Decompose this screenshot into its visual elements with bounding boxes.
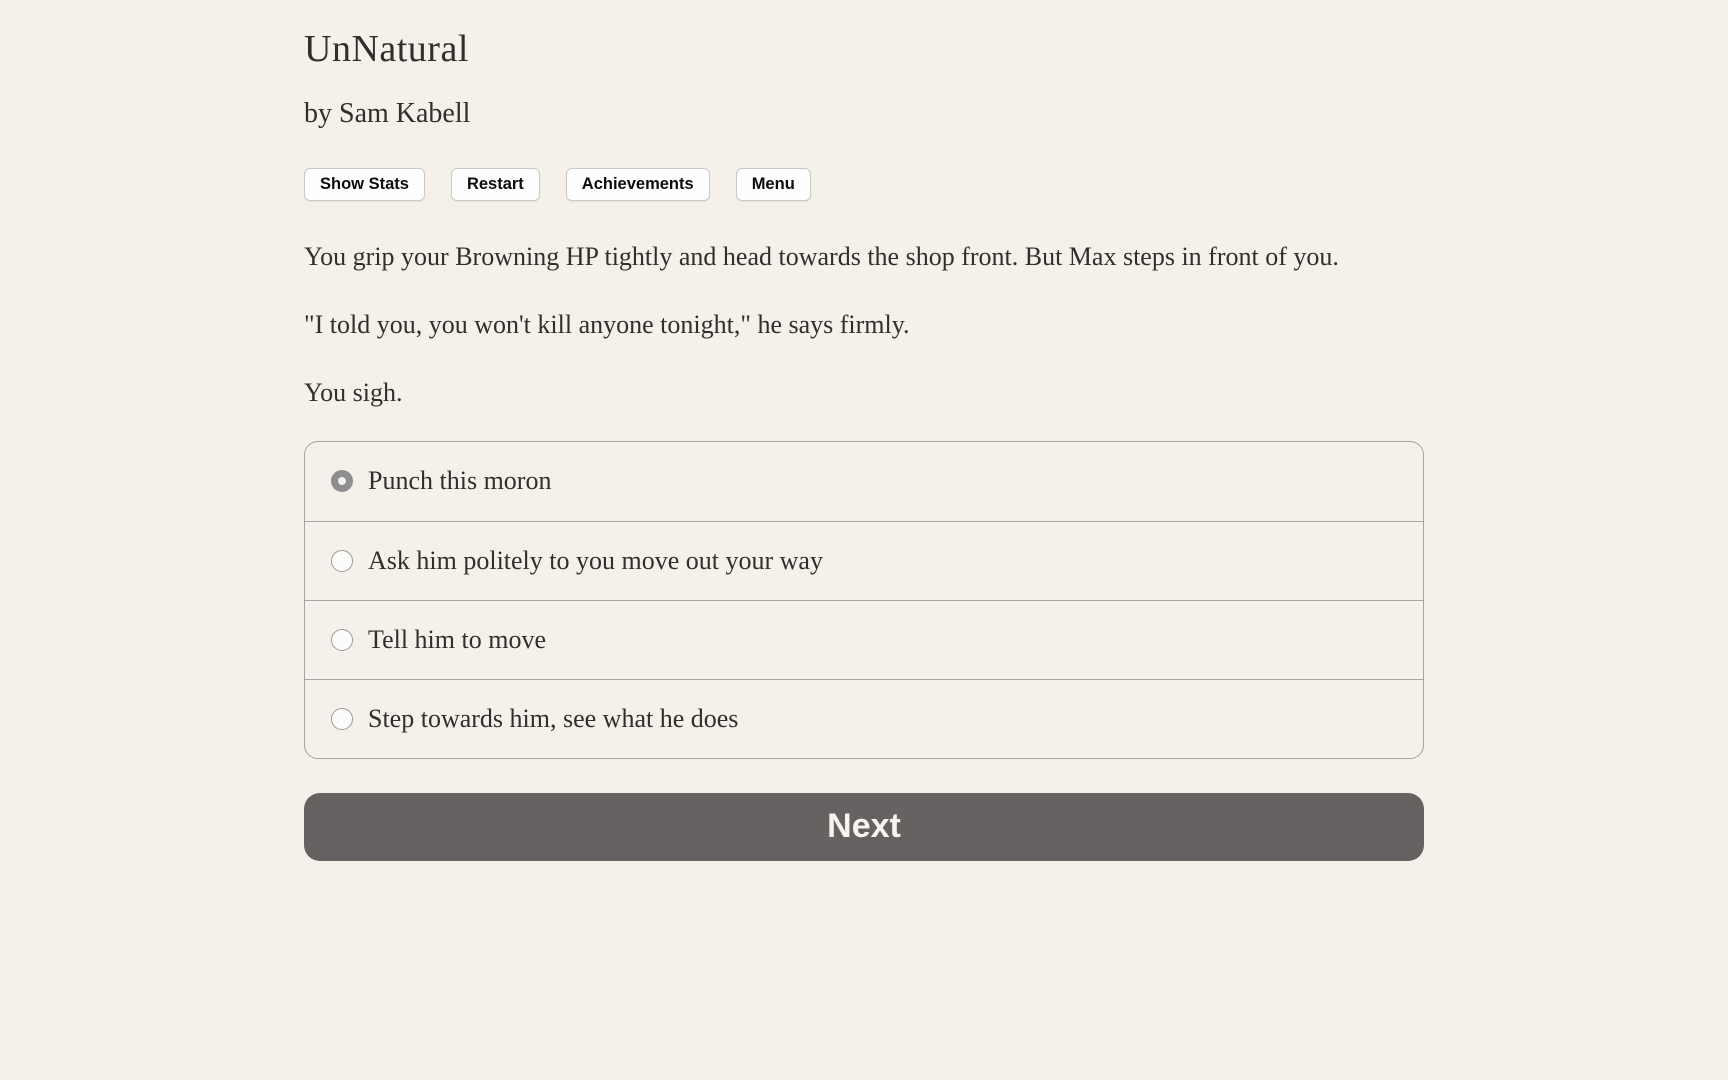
story-text: You grip your Browning HP tightly and he… — [304, 237, 1424, 413]
choice-option-step-towards[interactable]: Step towards him, see what he does — [305, 679, 1423, 758]
story-paragraph: You grip your Browning HP tightly and he… — [304, 237, 1424, 277]
choice-list: Punch this moron Ask him politely to you… — [304, 441, 1424, 759]
radio-button-icon[interactable] — [331, 470, 353, 492]
story-page: UnNatural by Sam Kabell Show Stats Resta… — [304, 0, 1424, 861]
game-title: UnNatural — [304, 28, 1424, 72]
menu-button[interactable]: Menu — [736, 168, 811, 201]
choice-label: Punch this moron — [368, 466, 551, 496]
choice-option-ask-politely[interactable]: Ask him politely to you move out your wa… — [305, 521, 1423, 600]
radio-button-icon[interactable] — [331, 629, 353, 651]
restart-button[interactable]: Restart — [451, 168, 540, 201]
next-button[interactable]: Next — [304, 793, 1424, 861]
choice-option-tell-to-move[interactable]: Tell him to move — [305, 600, 1423, 679]
choice-label: Tell him to move — [368, 625, 546, 655]
toolbar: Show Stats Restart Achievements Menu — [304, 168, 1424, 201]
radio-button-icon[interactable] — [331, 708, 353, 730]
choice-option-punch[interactable]: Punch this moron — [305, 442, 1423, 521]
story-paragraph: You sigh. — [304, 373, 1424, 413]
radio-button-icon[interactable] — [331, 550, 353, 572]
story-paragraph: "I told you, you won't kill anyone tonig… — [304, 305, 1424, 345]
author-byline: by Sam Kabell — [304, 98, 1424, 130]
achievements-button[interactable]: Achievements — [566, 168, 710, 201]
choice-label: Ask him politely to you move out your wa… — [368, 546, 823, 576]
show-stats-button[interactable]: Show Stats — [304, 168, 425, 201]
choice-label: Step towards him, see what he does — [368, 704, 738, 734]
